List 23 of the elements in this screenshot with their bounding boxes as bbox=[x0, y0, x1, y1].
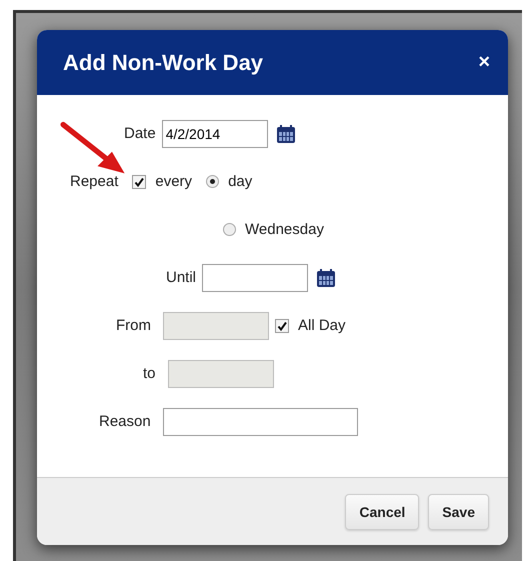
radio-button[interactable] bbox=[206, 175, 220, 188]
checkbox-label: All Day bbox=[298, 317, 346, 334]
checkbox[interactable] bbox=[132, 174, 146, 188]
field-label: Date bbox=[124, 125, 156, 142]
save-button[interactable]: Save bbox=[428, 494, 489, 530]
field-label: to bbox=[143, 365, 156, 382]
input-field[interactable] bbox=[162, 408, 358, 436]
calendar-icon[interactable] bbox=[276, 124, 296, 144]
radio-label: Wednesday bbox=[245, 221, 324, 238]
field-label: Until bbox=[166, 269, 196, 286]
field-label: Reason bbox=[99, 413, 151, 430]
close-button[interactable]: × bbox=[474, 51, 494, 74]
input-field[interactable]: 4/2/2014 bbox=[162, 120, 268, 148]
input-field[interactable] bbox=[202, 264, 308, 292]
field-label: From bbox=[116, 317, 151, 334]
checkbox-label: every bbox=[155, 173, 192, 190]
field-label: Repeat bbox=[70, 173, 118, 190]
checkbox[interactable] bbox=[275, 318, 289, 332]
cancel-button[interactable]: Cancel bbox=[345, 494, 420, 530]
radio-label: day bbox=[228, 173, 252, 190]
calendar-icon[interactable] bbox=[316, 268, 336, 288]
dialog-title: Add Non-Work Day bbox=[63, 50, 264, 76]
radio-button[interactable] bbox=[223, 223, 236, 236]
